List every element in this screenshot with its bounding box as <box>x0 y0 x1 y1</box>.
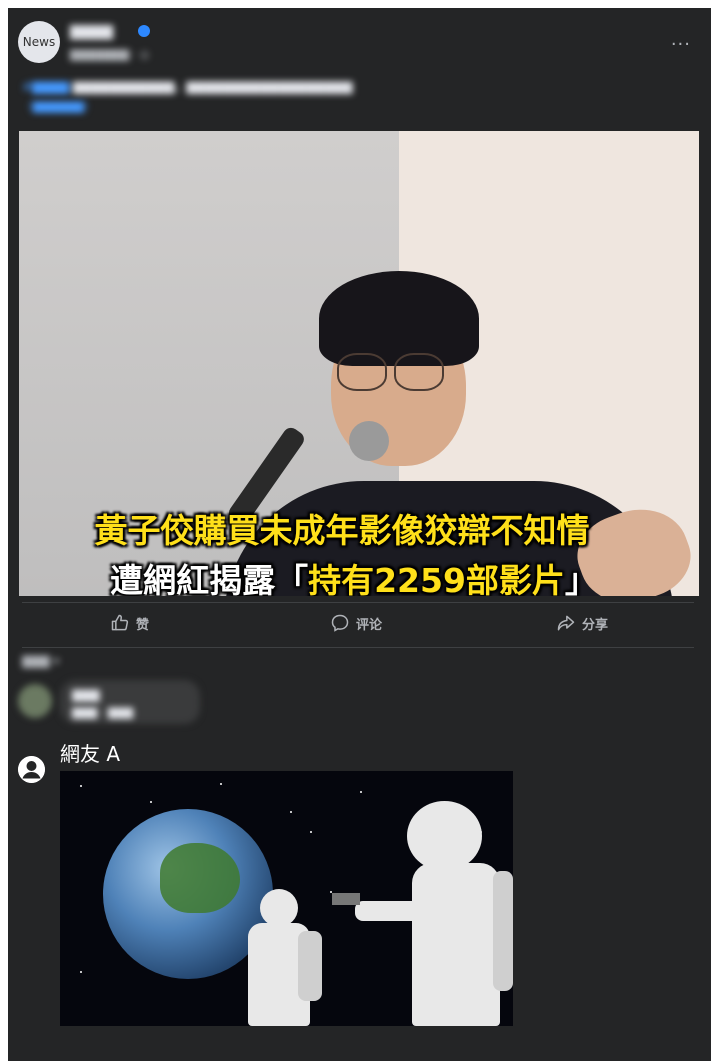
star <box>80 971 82 973</box>
photo-person-hair <box>319 271 479 366</box>
headline-line-2-c: 」 <box>564 561 598 596</box>
post-card: News ▇▇▇▇ ▇▇▇▇▇▇▇ · ◎ ··· #▇▇▇▇ ▇▇▇▇▇▇▇▇… <box>8 8 711 1061</box>
comment-text: ▇▇▇ · ▇▇▇ <box>72 706 134 719</box>
commenter-avatar[interactable] <box>18 684 52 718</box>
avatar-label: News <box>22 35 56 49</box>
astronaut-front-pack <box>298 931 322 1001</box>
post-photo[interactable]: 黃子佼購買未成年影像狡辯不知情 遭網紅揭露「持有2259部影片」 <box>19 131 699 596</box>
user-avatar-icon[interactable] <box>18 756 45 783</box>
headline-line-1: 黃子佼購買未成年影像狡辯不知情 <box>94 511 590 550</box>
astronaut-back-pack <box>493 871 513 991</box>
caption-link[interactable]: （▇▇▇▇▇▇） <box>22 98 95 114</box>
comment-button[interactable]: 评论 <box>330 613 382 633</box>
astronaut-back-helmet <box>407 801 482 871</box>
photo-microphone-head <box>349 421 389 461</box>
star <box>310 831 312 833</box>
comment-label: 评论 <box>356 617 383 633</box>
star <box>150 801 152 803</box>
post-timestamp[interactable]: ▇▇▇▇▇▇▇ · ◎ <box>70 48 149 61</box>
post-header: News ▇▇▇▇ ▇▇▇▇▇▇▇ · ◎ ··· #▇▇▇▇ ▇▇▇▇▇▇▇▇… <box>8 8 711 118</box>
more-options-icon[interactable]: ··· <box>671 34 691 55</box>
commenter-name-a[interactable]: 網友 A <box>60 738 120 767</box>
caption-text: ▇▇▇▇▇▇▇▇▇▇▇，▇▇▇▇▇▇▇▇▇▇▇▇▇▇▇▇▇▇ <box>72 80 353 94</box>
comment-sort-dropdown[interactable]: ▇▇▇ ▾ <box>22 654 60 668</box>
share-button[interactable]: 分享 <box>556 613 608 633</box>
comment-meme-image[interactable] <box>60 771 513 1026</box>
headline-line-2-b: 持有2259部影片 <box>308 561 565 596</box>
person-silhouette-icon <box>18 756 45 783</box>
headline-line-2: 遭網紅揭露「持有2259部影片」 <box>19 561 694 596</box>
like-label: 赞 <box>136 617 150 633</box>
star <box>220 783 222 785</box>
astronaut-back-arm <box>355 901 425 921</box>
headline-line-2-a: 遭網紅揭露「 <box>110 561 309 596</box>
share-arrow-icon <box>557 615 575 631</box>
photo-glasses-right <box>394 353 444 391</box>
verified-badge-icon <box>138 25 150 37</box>
caption-hashtag[interactable]: #▇▇▇▇ <box>22 80 69 94</box>
page-avatar[interactable]: News <box>18 21 60 63</box>
astronaut-front-helmet <box>260 889 298 927</box>
star <box>360 791 362 793</box>
post-actions-bar: 赞 评论 分享 <box>22 602 694 648</box>
page-name[interactable]: ▇▇▇▇ <box>70 24 113 40</box>
earth-continent <box>160 843 240 913</box>
star <box>290 811 292 813</box>
star <box>80 785 82 787</box>
share-label: 分享 <box>582 617 609 633</box>
post-caption: #▇▇▇▇ ▇▇▇▇▇▇▇▇▇▇▇，▇▇▇▇▇▇▇▇▇▇▇▇▇▇▇▇▇▇ <box>22 78 682 95</box>
gun <box>332 893 360 905</box>
photo-glasses-left <box>337 353 387 391</box>
thumbs-up-icon <box>111 614 129 631</box>
like-button[interactable]: 赞 <box>110 613 149 633</box>
astronaut-back-body <box>412 863 500 1026</box>
commenter-name[interactable]: ▇▇▇ <box>72 688 100 702</box>
comment-bubble-icon <box>331 614 349 632</box>
